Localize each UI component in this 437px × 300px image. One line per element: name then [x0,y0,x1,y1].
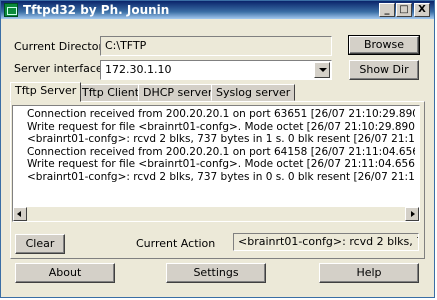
settings-button[interactable]: Settings [166,263,266,283]
help-button[interactable]: Help [319,263,419,283]
browse-button-label: Browse [363,38,405,51]
log-list[interactable]: Connection received from 200.20.20.1 on … [12,105,420,222]
window-title: Tftpd32 by Ph. Jounin [23,3,170,17]
current-directory-label: Current Directory [14,40,110,53]
main-window: Tftpd32 by Ph. Jounin _ □ X Current Dire… [0,0,435,298]
show-dir-button[interactable]: Show Dir [349,60,419,80]
log-line: Connection received from 200.20.20.1 on … [27,108,415,120]
horizontal-scrollbar[interactable] [13,207,419,221]
log-line: Write request for file <brainrt01-confg>… [27,120,415,133]
settings-button-label: Settings [193,266,239,279]
show-dir-button-label: Show Dir [359,63,409,76]
tab-syslog-server[interactable]: Syslog server [211,84,296,101]
tab-tftp-client[interactable]: Tftp Client [77,84,145,101]
current-action-field: <brainrt01-confg>: rcvd 2 blks, 737 by [233,233,419,251]
tab-dhcp-server[interactable]: DHCP server [138,84,218,101]
clear-button-label: Clear [25,237,55,250]
server-interface-label: Server interface [14,62,103,75]
current-directory-field[interactable]: C:\TFTP [100,36,332,56]
log-line: Connection received from 200.20.20.1 on … [27,145,415,158]
server-interface-value: 172.30.1.10 [105,63,172,76]
log-line: <brainrt01-confg>: rcvd 2 blks, 737 byte… [27,170,415,183]
close-button[interactable]: X [414,3,430,17]
tab-tftp-server[interactable]: Tftp Server [10,82,82,102]
help-button-label: Help [356,266,382,279]
about-button[interactable]: About [15,263,115,283]
app-icon [4,3,18,17]
chevron-down-icon[interactable] [314,62,330,78]
scroll-left-icon[interactable] [13,207,27,221]
browse-button[interactable]: Browse [348,35,420,55]
title-bar[interactable]: Tftpd32 by Ph. Jounin _ □ X [1,1,434,19]
current-action-label: Current Action [136,237,216,250]
clear-button[interactable]: Clear [15,234,65,254]
maximize-button[interactable]: □ [396,3,412,17]
about-button-label: About [48,266,82,279]
server-interface-select[interactable]: 172.30.1.10 [100,60,332,80]
scroll-right-icon[interactable] [405,207,419,221]
log-line: Write request for file <brainrt01-confg>… [27,158,415,170]
log-line: <brainrt01-confg>: rcvd 2 blks, 737 byte… [27,133,415,145]
minimize-button[interactable]: _ [379,3,395,17]
